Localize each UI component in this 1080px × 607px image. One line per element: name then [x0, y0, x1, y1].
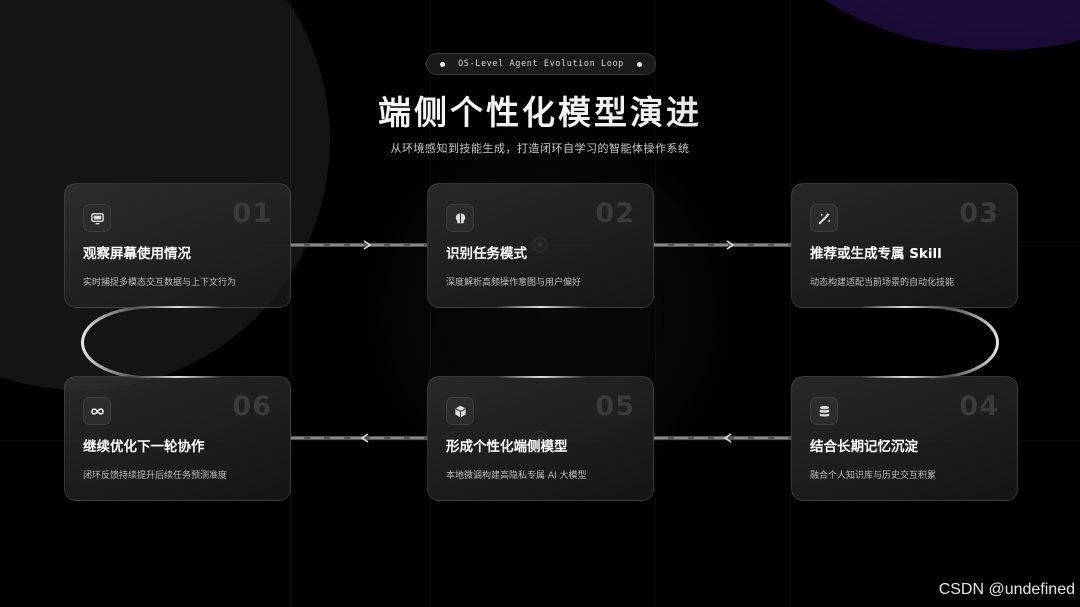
loop-arc-left — [81, 305, 151, 380]
step-number: 06 — [232, 391, 272, 422]
connector-01-02 — [290, 240, 428, 250]
step-number: 01 — [232, 198, 272, 229]
step-card-01: 01 观察屏幕使用情况 实时捕捉多模态交互数据与上下文行为 — [64, 183, 291, 308]
connector-05-06 — [290, 433, 428, 443]
watermark: CSDN @undefined — [938, 581, 1075, 598]
card-glow — [132, 306, 223, 308]
step-card-05: 05 形成个性化端侧模型 本地微调构建高隐私专属 AI 大模型 — [427, 376, 654, 501]
step-card-03: 03 推荐或生成专属 Skill 动态构建适配当前场景的自动化技能 — [791, 183, 1018, 308]
step-desc: 本地微调构建高隐私专属 AI 大模型 — [446, 471, 587, 481]
step-number: 03 — [959, 198, 999, 229]
step-card-04: 04 结合长期记忆沉淀 融合个人知识库与历史交互积累 — [791, 376, 1018, 501]
card-glow — [859, 306, 950, 308]
database-icon — [810, 397, 838, 425]
card-glow — [859, 376, 950, 378]
step-desc: 深度解析高频操作意图与用户偏好 — [446, 278, 582, 288]
step-title: 观察屏幕使用情况 — [83, 246, 191, 262]
step-desc: 动态构建适配当前场景的自动化技能 — [810, 278, 955, 288]
magic-wand-icon — [810, 204, 838, 232]
brain-icon — [446, 204, 474, 232]
step-title: 识别任务模式 — [446, 246, 527, 262]
step-title: 结合长期记忆沉淀 — [810, 439, 918, 455]
monitor-icon — [83, 204, 111, 232]
step-desc: 实时捕捉多模态交互数据与上下文行为 — [83, 278, 237, 288]
card-glow — [495, 306, 586, 308]
step-card-06: 06 继续优化下一轮协作 闭环反馈持续提升后续任务预测准度 — [64, 376, 291, 501]
loop-arc-right — [929, 305, 999, 380]
step-desc: 闭环反馈持续提升后续任务预测准度 — [83, 471, 228, 481]
card-glow — [132, 376, 223, 378]
step-title: 继续优化下一轮协作 — [83, 439, 205, 455]
connector-02-03 — [654, 240, 791, 250]
step-number: 05 — [595, 391, 635, 422]
card-glow — [495, 376, 586, 378]
step-number: 02 — [595, 198, 635, 229]
step-title: 形成个性化端侧模型 — [446, 439, 568, 455]
infinity-icon — [83, 397, 111, 425]
step-card-02: 02 识别任务模式 深度解析高频操作意图与用户偏好 — [427, 183, 654, 308]
step-desc: 融合个人知识库与历史交互积累 — [810, 471, 937, 481]
step-number: 04 — [959, 391, 999, 422]
cube-icon — [446, 397, 474, 425]
connector-04-05 — [654, 433, 791, 443]
step-title: 推荐或生成专属 Skill — [810, 246, 942, 262]
